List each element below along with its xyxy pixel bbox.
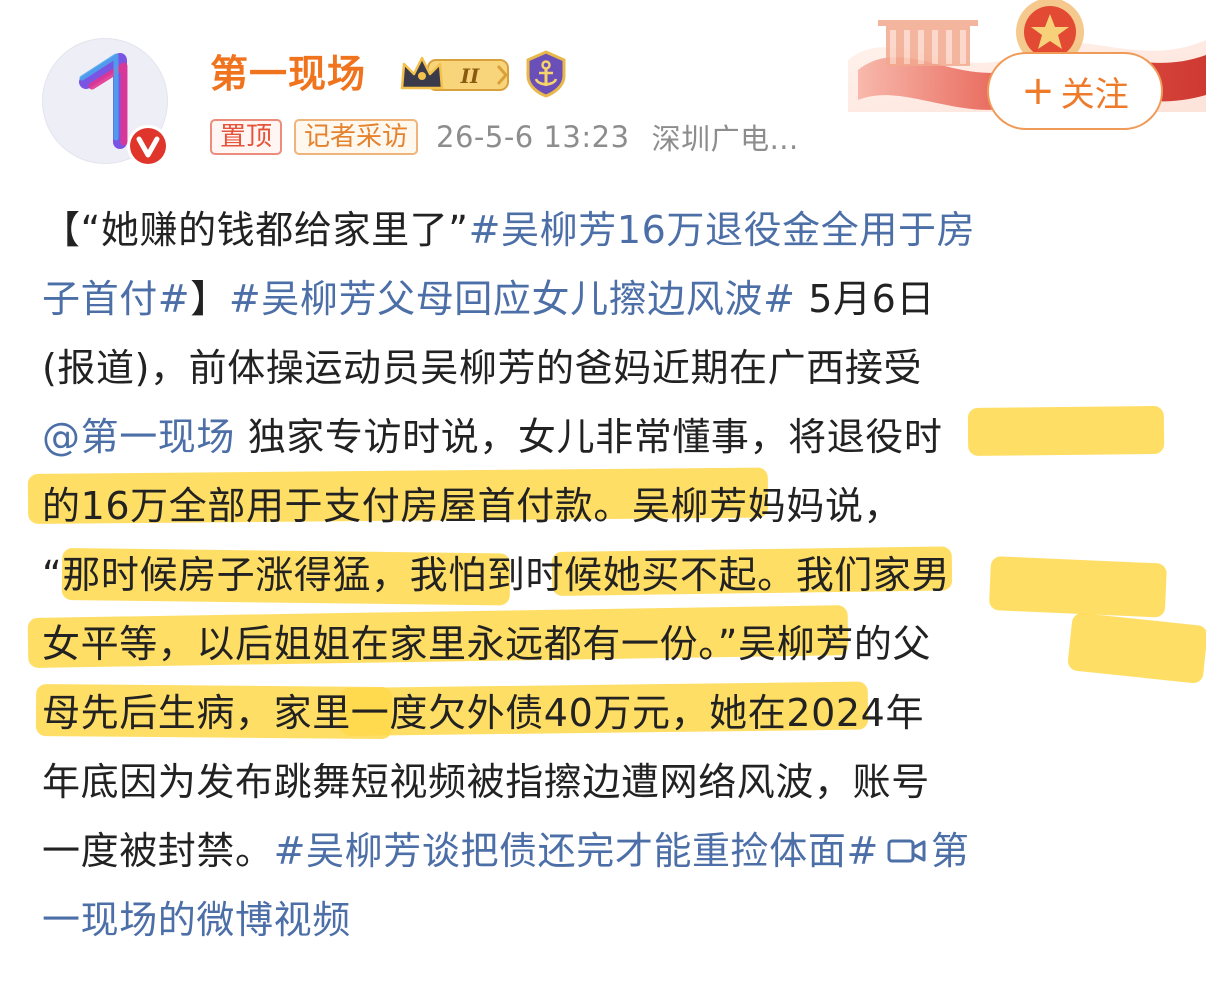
post-text-line: 【“她赚的钱都给家里了”#吴柳芳16万退役金全用于房 bbox=[42, 196, 1172, 265]
post-text-line: 母先后生病，家里一度欠外债40万元，她在2024年 bbox=[42, 679, 1172, 748]
post-text: 独家专访时说，女儿非常懂事，将退役时 bbox=[235, 415, 943, 459]
post-text: 一度被封禁。 bbox=[42, 829, 274, 873]
hashtag-link[interactable]: #吴柳芳谈把债还完才能重捡体面# bbox=[274, 829, 879, 873]
post-text-line: @第一现场 独家专访时说，女儿非常懂事，将退役时 bbox=[42, 403, 1172, 472]
post-text-line: 一现场的微博视频 bbox=[42, 886, 1172, 955]
post-text-line: 子首付#】#吴柳芳父母回应女儿擦边风波# 5月6日 bbox=[42, 265, 1172, 334]
reporter-interview-tag[interactable]: 记者采访 bbox=[294, 119, 419, 155]
post-text: 女平等，以后姐姐在家里永远都有一份。”吴柳芳的父 bbox=[42, 622, 932, 666]
weibo-post-page: 第一现场 II 置顶 记者采访 26-5-6 13:23 深圳广电... + 关… bbox=[0, 0, 1206, 989]
anchor-shield-icon[interactable] bbox=[524, 50, 568, 98]
post-text: 母先后生病，家里一度欠外债40万元，她在2024年 bbox=[42, 691, 925, 735]
post-text-line: 的16万全部用于支付房屋首付款。吴柳芳妈妈说， bbox=[42, 472, 1172, 541]
post-text-line: 女平等，以后姐姐在家里永远都有一份。”吴柳芳的父 bbox=[42, 610, 1172, 679]
crown-level-icon[interactable]: II bbox=[398, 52, 516, 96]
post-text-line: 年底因为发布跳舞短视频被指擦边遭网络风波，账号 bbox=[42, 748, 1172, 817]
post-text: (报道)，前体操运动员吴柳芳的爸妈近期在广西接受 bbox=[42, 346, 923, 390]
hashtag-link[interactable]: #吴柳芳父母回应女儿擦边风波# bbox=[229, 277, 796, 321]
pinned-tag: 置顶 bbox=[210, 119, 283, 155]
follow-button-label: 关注 bbox=[1060, 74, 1129, 115]
account-name[interactable]: 第一现场 bbox=[210, 48, 366, 100]
video-link[interactable]: 第 bbox=[931, 829, 970, 873]
post-text: 【“她赚的钱都给家里了” bbox=[42, 208, 469, 252]
post-meta-row: 置顶 记者采访 26-5-6 13:23 深圳广电... bbox=[210, 117, 799, 157]
video-link[interactable]: 一现场的微博视频 bbox=[42, 898, 351, 942]
post-text-line: 一度被封禁。#吴柳芳谈把债还完才能重捡体面# 第 bbox=[42, 817, 1172, 886]
verified-v-icon bbox=[127, 125, 169, 167]
post-body: 【“她赚的钱都给家里了”#吴柳芳16万退役金全用于房 子首付#】#吴柳芳父母回应女… bbox=[42, 196, 1172, 955]
post-source: 深圳广电... bbox=[651, 122, 799, 156]
post-timestamp: 26-5-6 13:23 bbox=[436, 120, 630, 154]
post-text: 5月6日 bbox=[795, 277, 935, 321]
mention-link[interactable]: @第一现场 bbox=[42, 415, 235, 459]
post-text: “那时候房子涨得猛，我怕到时候她买不起。我们家男 bbox=[42, 553, 951, 597]
post-text: 年底因为发布跳舞短视频被指擦边遭网络风波，账号 bbox=[42, 760, 930, 804]
plus-icon: + bbox=[1021, 68, 1055, 114]
post-text: 】 bbox=[190, 277, 229, 321]
post-text-line: (报道)，前体操运动员吴柳芳的爸妈近期在广西接受 bbox=[42, 334, 1172, 403]
post-text-line: “那时候房子涨得猛，我怕到时候她买不起。我们家男 bbox=[42, 541, 1172, 610]
post-text: 的16万全部用于支付房屋首付款。吴柳芳妈妈说， bbox=[42, 484, 903, 528]
level-badge-text: II bbox=[460, 64, 480, 88]
hashtag-link[interactable]: 子首付# bbox=[42, 277, 190, 321]
follow-button[interactable]: + 关注 bbox=[987, 52, 1163, 130]
hashtag-link[interactable]: #吴柳芳16万退役金全用于房 bbox=[469, 208, 976, 252]
video-camera-icon bbox=[887, 839, 926, 862]
